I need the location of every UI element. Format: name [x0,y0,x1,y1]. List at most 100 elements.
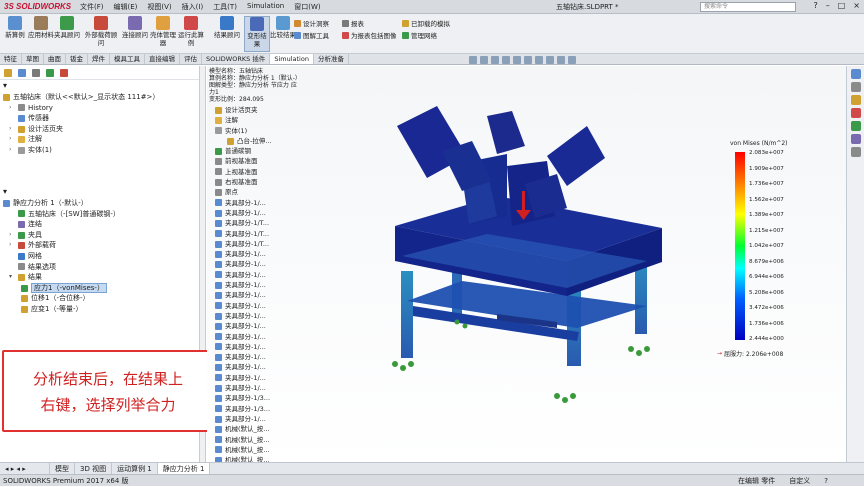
menu-view[interactable]: 视图(V) [147,2,171,12]
filter-icon[interactable]: ▾ [0,186,199,198]
color-legend-bar[interactable] [735,152,745,340]
tab-surfaces[interactable]: 曲面 [44,54,66,64]
feature-manager-icon[interactable] [4,68,12,77]
tab-direct-editing[interactable]: 直接编辑 [145,54,180,64]
tab-simulation[interactable]: Simulation [270,54,314,64]
design-insight-button[interactable]: 设计洞察 [294,18,329,28]
tab-model[interactable]: 模型 [50,462,75,475]
stress-plot-icon [21,284,28,292]
tab-motion-study[interactable]: 运动算例 1 [112,462,158,475]
tree-item-sensors[interactable]: 传感器 [3,113,199,124]
tree-item-design-binder[interactable]: › 设计活页夹 [3,124,199,135]
scene-icon[interactable] [557,56,565,64]
connections-advisor-button[interactable]: 连接顾问 [122,16,148,39]
new-study-button[interactable]: 新算例 [2,16,28,39]
compare-results-button[interactable]: 比较结果 [270,16,296,39]
tree-root[interactable]: 五轴钻床（默认<<默认>_显示状态 111#>） [3,92,199,103]
search-commands-input[interactable]: 搜索命令 [700,2,796,12]
file-explorer-icon[interactable] [850,108,861,118]
minimize-button[interactable]: – [826,1,830,10]
legend-tick-label: 1.042e+007 [749,243,784,249]
apply-material-button[interactable]: 应用材料 [28,16,54,39]
view-orientation-icon[interactable] [513,56,521,64]
appearances-icon[interactable] [850,134,861,144]
menu-file[interactable]: 文件(F) [80,2,104,12]
material-icon [34,16,48,30]
zoom-fit-icon[interactable] [469,56,477,64]
custom-properties-icon[interactable] [850,147,861,157]
menu-window[interactable]: 窗口(W) [294,2,320,12]
legend-tick-label: 1.389e+007 [749,212,784,218]
legend-title: von Mises (N/m^2) [730,140,788,147]
menu-simulation[interactable]: Simulation [247,2,284,12]
tab-mold-tools[interactable]: 模具工具 [110,54,145,64]
study-item-external-loads[interactable]: › 外部载荷 [3,240,199,251]
tab-static-study[interactable]: 静应力分析 1 [157,462,211,475]
manage-network-button[interactable]: 管理网络 [402,30,437,40]
tree-item-history[interactable]: › History [3,103,199,114]
help-icon[interactable]: ? [813,1,817,10]
unloaded-sims-button[interactable]: 已卸载的模拟 [402,18,450,28]
graphics-viewport[interactable]: 模型名称：五轴钻床 算例名称：静应力分析 1（默认-） 图解类型：静应力分析 节… [207,56,846,485]
zoom-area-icon[interactable] [480,56,488,64]
tab-nav-arrows[interactable]: ◂ ▸ ◂ ▸ [0,462,50,475]
menu-edit[interactable]: 编辑(E) [114,2,138,12]
appearance-icon[interactable] [546,56,554,64]
solidworks-logo[interactable]: 3S SOLIDWORKS [0,2,76,11]
menu-tools[interactable]: 工具(T) [213,2,237,12]
title-bar: 3S SOLIDWORKS 文件(F) 编辑(E) 视图(V) 插入(I) 工具… [0,0,864,14]
tab-evaluate[interactable]: 评估 [180,54,202,64]
tab-sheet-metal[interactable]: 钣金 [66,54,88,64]
fixtures-advisor-button[interactable]: 夹具顾问 [54,16,80,39]
external-loads-advisor-button[interactable]: 外部载荷顾问 [84,16,118,47]
study-item-results[interactable]: ▾ 结果 [3,272,199,283]
custom-units[interactable]: 自定义 [789,475,810,487]
close-button[interactable]: × [853,1,860,10]
maximize-button[interactable]: □ [838,1,846,10]
display-style-icon[interactable] [524,56,532,64]
tab-sketch[interactable]: 草图 [22,54,44,64]
tab-3d-views[interactable]: 3D 视图 [75,462,113,475]
study-item-result-options[interactable]: 结果选项 [3,262,199,273]
result-strain1[interactable]: 应变1（-等量-） [3,304,199,315]
home-icon[interactable] [850,69,861,79]
study-item-mesh[interactable]: 网格 [3,251,199,262]
study-root[interactable]: 静应力分析 1（-默认-） [3,198,199,209]
shell-manager-button[interactable]: 壳体管理器 [150,16,176,47]
legend-tick-label: 1.562e+007 [749,196,784,203]
report-button[interactable]: 报表 [342,18,364,28]
tree-item-solid-bodies[interactable]: › 实体(1) [3,145,199,156]
section-view-icon[interactable] [502,56,510,64]
legend-tick-label: 2.444e+000 [749,336,784,342]
status-help-icon[interactable]: ? [824,475,828,487]
deformed-result-button[interactable]: 变形结果 [244,16,270,52]
config-manager-icon[interactable] [32,68,40,77]
tree-item-annotations[interactable]: › 注解 [3,134,199,145]
result-stress1[interactable]: 应力1（-vonMises-） [3,283,199,294]
heads-up-toolbar [469,56,576,64]
study-item-fixtures[interactable]: › 夹具 [3,230,199,241]
property-manager-icon[interactable] [18,68,26,77]
tab-addins[interactable]: SOLIDWORKS 插件 [202,54,271,64]
manager-tabs [0,66,199,80]
result-displacement1[interactable]: 位移1（-合位移-） [3,293,199,304]
display-manager-icon[interactable] [60,68,68,77]
tab-features[interactable]: 特征 [0,54,22,64]
study-item-part[interactable]: 五轴钻床（-[SW]普通碳钢-） [3,209,199,220]
hide-show-icon[interactable] [535,56,543,64]
resources-icon[interactable] [850,82,861,92]
tab-analysis-prep[interactable]: 分析准备 [314,54,349,64]
tab-weldments[interactable]: 焊件 [88,54,110,64]
menu-insert[interactable]: 插入(I) [182,2,204,12]
view-palette-icon[interactable] [850,121,861,131]
dim-expert-icon[interactable] [46,68,54,77]
plot-tools-button[interactable]: 图解工具 [294,30,329,40]
view-settings-icon[interactable] [568,56,576,64]
filter-icon[interactable]: ▾ [0,80,199,92]
run-study-button[interactable]: 运行此算例 [178,16,204,47]
previous-view-icon[interactable] [491,56,499,64]
results-advisor-button[interactable]: 结果顾问 [214,16,240,39]
study-item-connections[interactable]: 连结 [3,219,199,230]
design-library-icon[interactable] [850,95,861,105]
include-image-button[interactable]: 为报表包括图像 [342,30,397,40]
